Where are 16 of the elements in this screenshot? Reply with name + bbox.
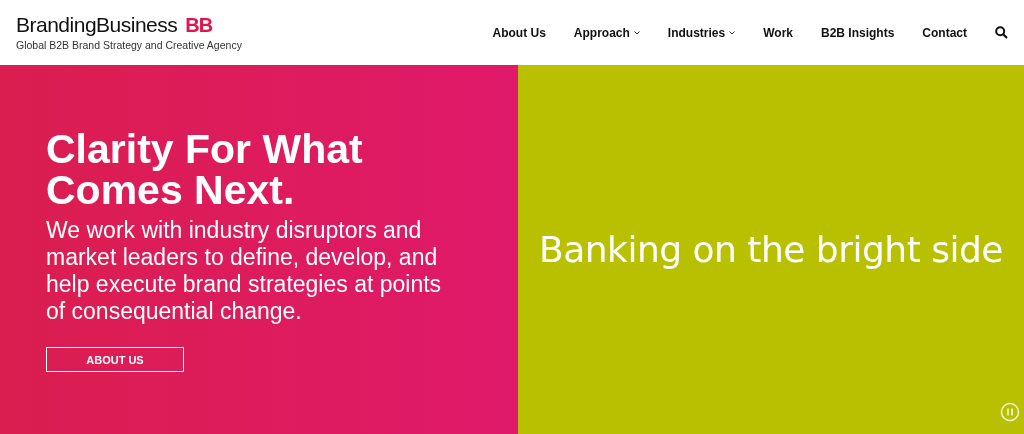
nav-link[interactable]: Contact xyxy=(922,25,967,40)
tagline: Global B2B Brand Strategy and Creative Agency xyxy=(16,39,242,51)
chevron-down-icon xyxy=(729,30,736,35)
hero-text: We work with industry disruptors and market leaders to define, develop, and help execute brand strategies at points of consequential change. xyxy=(46,217,443,325)
about-us-button[interactable]: ABOUT US xyxy=(46,347,184,372)
chevron-down-icon xyxy=(633,30,640,35)
slide-caption: Banking on the bright side xyxy=(539,229,1003,270)
logo-wordmark: BrandingBusiness xyxy=(16,14,178,35)
search-icon[interactable] xyxy=(995,26,1008,39)
nav-link[interactable]: Approach xyxy=(573,25,640,40)
nav-link[interactable]: About Us xyxy=(492,25,546,40)
nav-link[interactable]: B2B Insights xyxy=(821,25,895,40)
hero-heading: Clarity For What Comes Next. xyxy=(46,129,364,211)
nav-link[interactable]: Work xyxy=(763,25,793,40)
logo-mark: BB xyxy=(185,14,213,35)
nav-link[interactable]: Industries xyxy=(667,25,736,40)
